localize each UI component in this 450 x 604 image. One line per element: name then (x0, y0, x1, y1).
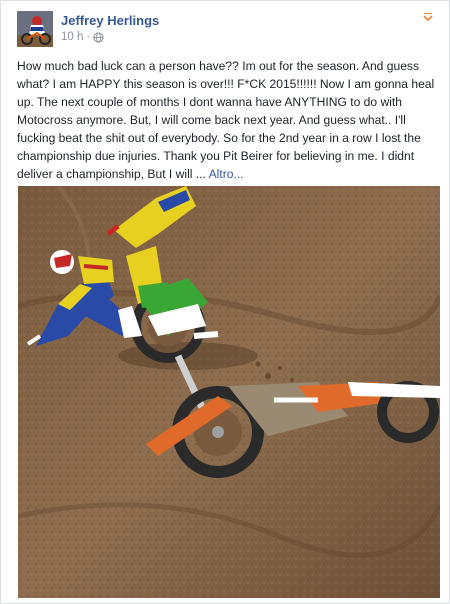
post-header: Jeffrey Herlings 10 h · (17, 11, 437, 49)
author-avatar[interactable] (17, 11, 53, 47)
post-body: How much bad luck can a person have?? Im… (17, 57, 441, 183)
chevron-down-icon[interactable] (421, 11, 435, 25)
post-text: How much bad luck can a person have?? Im… (17, 59, 435, 181)
globe-icon[interactable] (93, 31, 104, 43)
author-name[interactable]: Jeffrey Herlings (61, 13, 159, 28)
post-meta: 10 h · (61, 31, 104, 43)
post-photo[interactable] (18, 186, 440, 598)
post-timestamp[interactable]: 10 h (61, 31, 83, 43)
see-more-link[interactable]: Altro... (209, 167, 244, 181)
meta-separator: · (86, 31, 91, 43)
post-card: Jeffrey Herlings 10 h · How much bad luc… (0, 0, 450, 604)
